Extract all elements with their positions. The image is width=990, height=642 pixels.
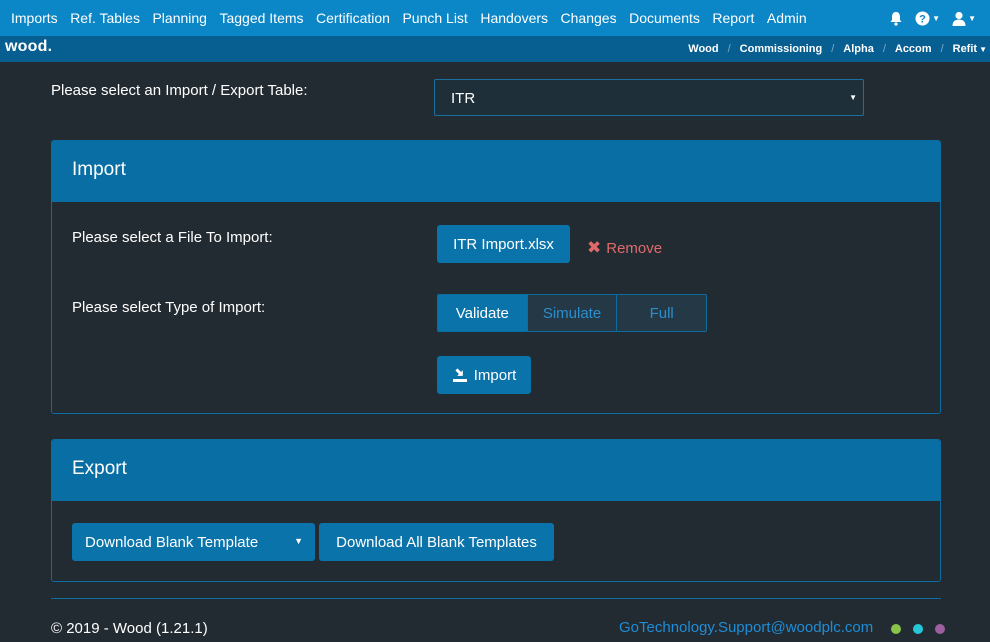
breadcrumb-refit-label: Refit: [952, 43, 978, 55]
bell-icon[interactable]: [889, 11, 903, 26]
status-dot-purple: [935, 624, 945, 634]
breadcrumb-refit[interactable]: Refit ▼: [953, 43, 987, 55]
nav-right-icons: ? ▼ ▼: [889, 0, 976, 36]
menu-documents[interactable]: Documents: [629, 10, 700, 26]
file-select-label: Please select a File To Import:: [72, 229, 273, 246]
menu-changes[interactable]: Changes: [561, 10, 617, 26]
copyright-text: © 2019 - Wood (1.21.1): [51, 620, 208, 637]
download-blank-label: Download Blank Template: [85, 533, 259, 551]
help-menu[interactable]: ? ▼: [915, 11, 940, 26]
help-icon: ?: [915, 11, 930, 25]
download-blank-template-dropdown[interactable]: Download Blank Template ▼: [72, 523, 315, 561]
svg-text:?: ?: [919, 13, 926, 25]
menu-handovers[interactable]: Handovers: [480, 10, 548, 26]
import-panel-title: Import: [72, 159, 126, 180]
file-select-button[interactable]: ITR Import.xlsx: [437, 225, 570, 263]
menu-certification[interactable]: Certification: [316, 10, 390, 26]
breadcrumb: Wood / Commissioning / Alpha / Accom / R…: [688, 36, 987, 62]
download-all-templates-button[interactable]: Download All Blank Templates: [319, 523, 554, 561]
chevron-down-icon: ▼: [968, 13, 976, 23]
status-dot-cyan: [913, 624, 923, 634]
chevron-down-icon: ▼: [932, 13, 941, 23]
logo-text: wood: [5, 38, 48, 55]
menu-planning[interactable]: Planning: [152, 10, 207, 26]
import-icon: [452, 368, 467, 382]
menu-report[interactable]: Report: [712, 10, 754, 26]
menu-imports[interactable]: Imports: [11, 10, 58, 26]
import-button-label: Import: [473, 366, 517, 384]
menu-admin[interactable]: Admin: [767, 10, 807, 26]
export-panel: Export Download Blank Template ▼ Downloa…: [51, 439, 941, 582]
table-select-label: Please select an Import / Export Table:: [51, 82, 308, 99]
import-panel: Import Please select a File To Import: I…: [51, 140, 941, 414]
status-dot-green: [891, 624, 901, 634]
breadcrumb-alpha[interactable]: Alpha: [843, 43, 874, 55]
export-panel-title: Export: [72, 458, 127, 479]
breadcrumb-separator: /: [727, 43, 731, 55]
menu-punch-list[interactable]: Punch List: [402, 10, 467, 26]
remove-label: Remove: [606, 239, 663, 257]
remove-file-link[interactable]: ✖ Remove: [587, 238, 662, 258]
breadcrumb-accom[interactable]: Accom: [895, 43, 932, 55]
top-nav: Imports Ref. Tables Planning Tagged Item…: [0, 0, 990, 36]
chevron-down-icon: ▼: [294, 536, 303, 546]
import-button[interactable]: Import: [437, 356, 531, 394]
footer-divider: [51, 598, 941, 599]
menu-ref-tables[interactable]: Ref. Tables: [70, 10, 140, 26]
breadcrumb-wood[interactable]: Wood: [688, 43, 718, 55]
import-type-simulate[interactable]: Simulate: [526, 295, 617, 331]
breadcrumb-commissioning[interactable]: Commissioning: [740, 43, 823, 55]
import-type-validate[interactable]: Validate: [438, 295, 527, 331]
import-panel-header: Import: [52, 141, 940, 202]
logo-dot: .: [47, 38, 53, 55]
import-type-toggle: Validate Simulate Full: [437, 294, 707, 332]
breadcrumb-separator: /: [940, 43, 944, 55]
support-email-link[interactable]: GoTechnology.Support@woodplc.com: [619, 619, 873, 636]
table-select[interactable]: ITR ▼: [434, 79, 864, 116]
status-dots: [891, 624, 945, 634]
user-menu[interactable]: ▼: [952, 11, 976, 26]
close-icon: ✖: [587, 238, 602, 257]
user-icon: [952, 11, 966, 26]
chevron-down-icon: ▼: [979, 45, 987, 54]
table-select-value: ITR: [451, 90, 476, 107]
export-panel-header: Export: [52, 440, 940, 501]
import-type-label: Please select Type of Import:: [72, 299, 266, 316]
context-bar: wood. Wood / Commissioning / Alpha / Acc…: [0, 36, 990, 62]
import-type-full[interactable]: Full: [616, 295, 706, 331]
wood-logo[interactable]: wood.: [5, 38, 52, 56]
chevron-down-icon: ▼: [849, 93, 857, 102]
breadcrumb-separator: /: [831, 43, 835, 55]
breadcrumb-separator: /: [882, 43, 886, 55]
main-menu: Imports Ref. Tables Planning Tagged Item…: [0, 10, 819, 26]
menu-tagged-items[interactable]: Tagged Items: [219, 10, 303, 26]
